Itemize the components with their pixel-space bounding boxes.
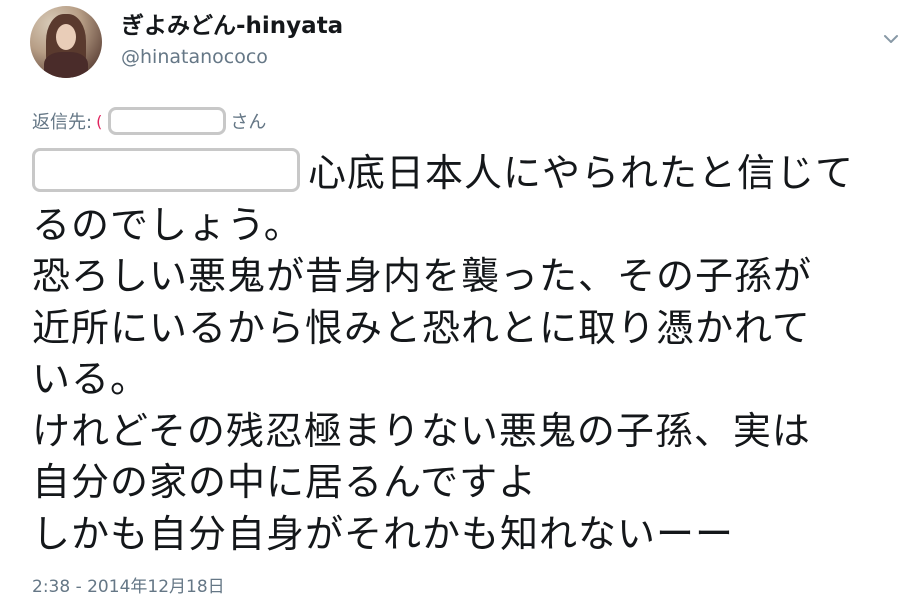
tweet-line: 自分の家の中に居るんですよ <box>32 460 538 504</box>
reply-mention-mark: ( <box>96 111 103 131</box>
tweet-line: けれどその残忍極まりない悪鬼の子孫、実は <box>32 408 811 453</box>
tweet-line: 恐ろしい悪鬼が昔身内を襲った、その子孫が <box>32 254 813 298</box>
author-handle[interactable]: @hinatanococo <box>121 46 268 68</box>
tweet-line: いる。 <box>32 357 150 401</box>
redacted-username <box>108 107 227 135</box>
reply-to-line: 返信先: ( さん <box>32 107 266 135</box>
tweet-line: 心底日本人にやられたと信じて <box>32 148 902 200</box>
reply-prefix: 返信先: <box>32 112 93 133</box>
author-display-name[interactable]: ぎよみどん-hinyata <box>121 6 343 40</box>
chevron-down-icon[interactable] <box>880 28 902 50</box>
tweet-timestamp[interactable]: 2:38 - 2014年12月18日 <box>32 572 225 597</box>
tweet-line: 近所にいるから恨みと恐れとに取り憑かれて <box>32 305 811 350</box>
reply-suffix: さん <box>230 112 267 133</box>
tweet-line: るのでしょう。 <box>32 202 303 247</box>
avatar-body <box>44 52 88 78</box>
tweet-line: しかも自分自身がそれかも知れないーー <box>32 511 735 556</box>
tweet-line-text: 心底日本人にやられたと信じて <box>308 151 855 195</box>
redacted-mention <box>32 148 300 192</box>
avatar-face <box>56 24 76 50</box>
tweet-text: 心底日本人にやられたと信じて るのでしょう。 恐ろしい悪鬼が昔身内を襲った、その… <box>32 148 902 560</box>
avatar[interactable] <box>30 6 102 78</box>
